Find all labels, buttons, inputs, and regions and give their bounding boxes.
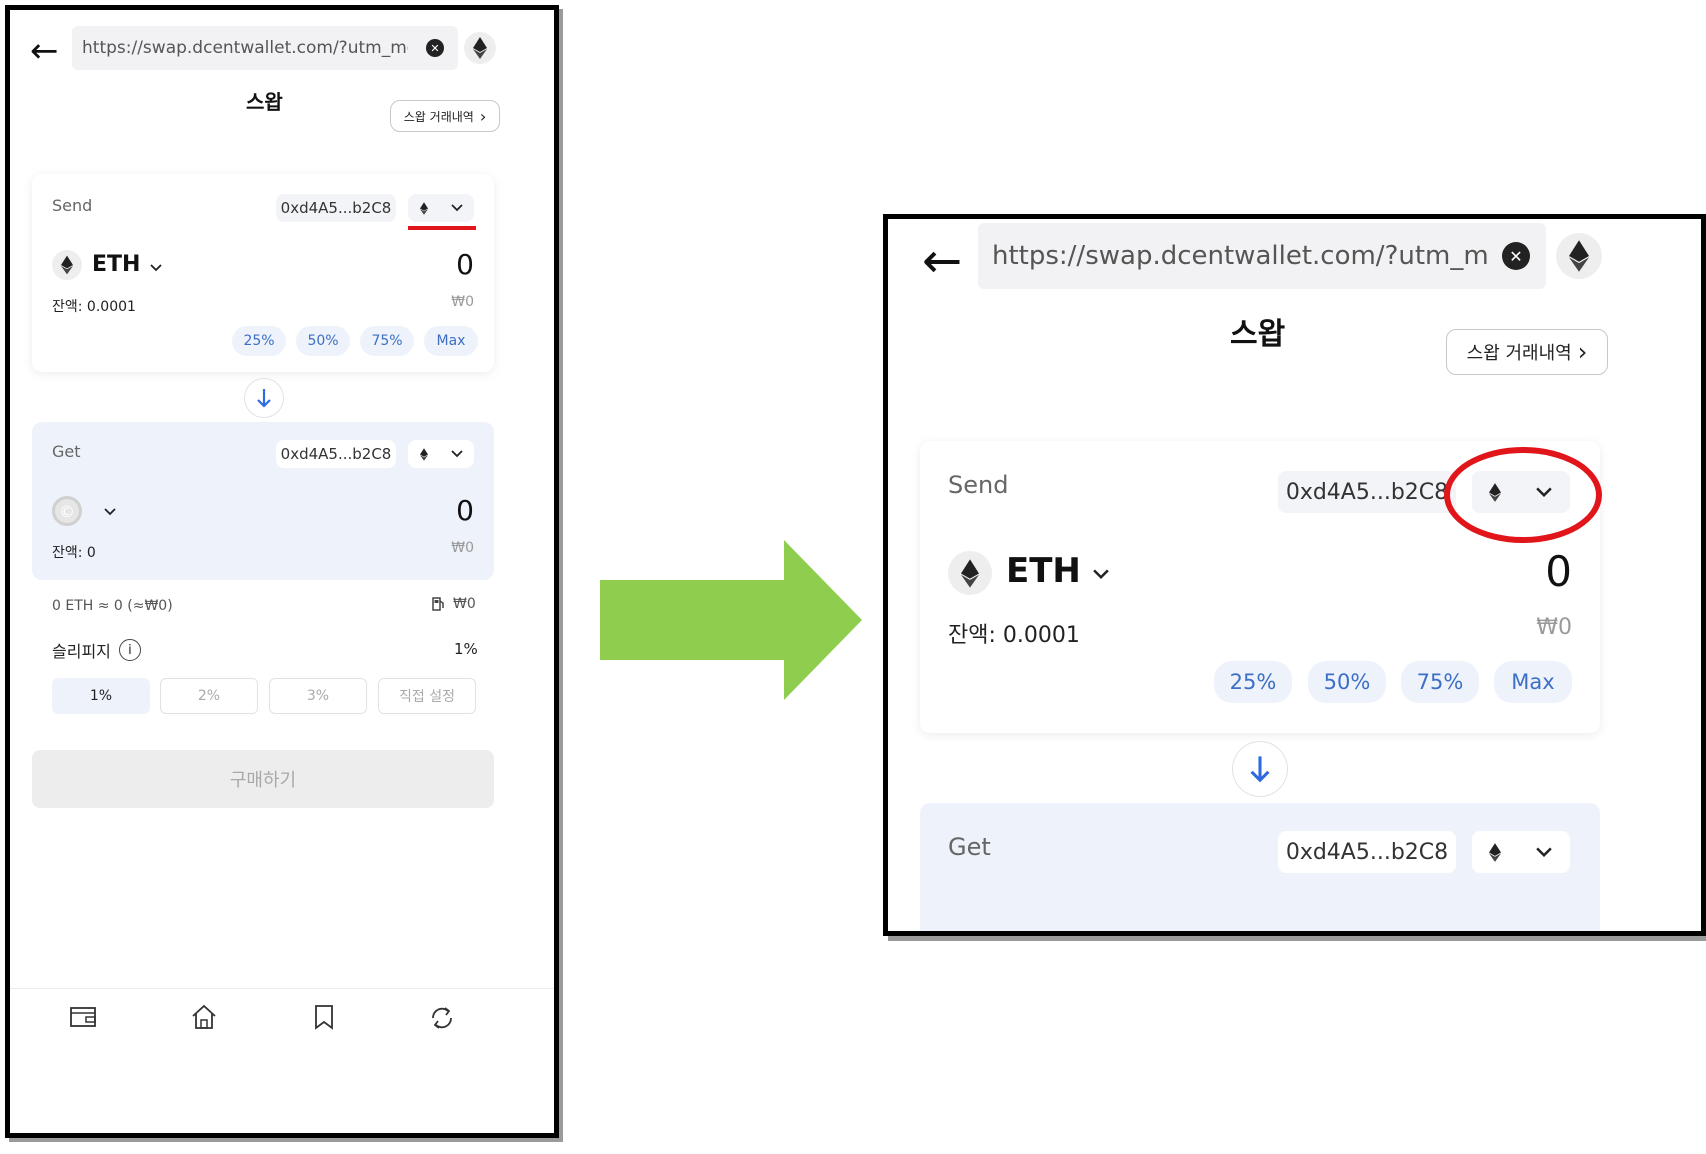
ethereum-icon bbox=[1489, 842, 1501, 862]
slippage-1-button[interactable]: 1% bbox=[52, 678, 150, 714]
max-button[interactable]: Max bbox=[1494, 661, 1572, 703]
highlight-circle bbox=[1444, 447, 1602, 543]
slippage-value: 1% bbox=[454, 640, 478, 658]
send-address[interactable]: 0xd4A5...b2C8 bbox=[1278, 471, 1456, 513]
info-icon[interactable]: i bbox=[118, 639, 141, 661]
transition-arrow-icon bbox=[600, 540, 862, 700]
eth-token-icon bbox=[52, 250, 82, 280]
get-network-selector[interactable] bbox=[1472, 831, 1570, 873]
get-label: Get bbox=[948, 833, 991, 861]
slippage-label: 슬리피지 bbox=[52, 642, 111, 661]
get-amount[interactable]: 0 bbox=[412, 494, 474, 527]
url-bar[interactable]: https://swap.dcentwallet.com/?utm_medium… bbox=[978, 223, 1546, 289]
pct-75-button[interactable]: 75% bbox=[360, 326, 414, 356]
arrow-down-icon bbox=[257, 389, 271, 408]
page-title: 스왑 bbox=[1230, 317, 1286, 352]
get-label: Get bbox=[52, 442, 81, 461]
send-network-selector[interactable] bbox=[408, 194, 474, 222]
chevron-down-icon bbox=[450, 450, 463, 458]
highlight-underline bbox=[408, 226, 476, 230]
send-balance: 잔액: 0.0001 bbox=[948, 623, 1080, 648]
swap-history-button[interactable]: 스왑 거래내역 › bbox=[1446, 329, 1608, 375]
get-card: Get 0xd4A5...b2C8 bbox=[920, 803, 1600, 931]
send-balance: 잔액: 0.0001 bbox=[52, 299, 136, 315]
wallet-icon[interactable] bbox=[70, 1006, 96, 1028]
phone-screenshot: ← https://swap.dcentwallet.com/?utm_medi… bbox=[5, 5, 559, 1138]
send-label: Send bbox=[52, 196, 93, 215]
get-balance: 잔액: 0 bbox=[52, 545, 96, 561]
clear-url-icon[interactable]: ✕ bbox=[1502, 242, 1530, 270]
ethereum-icon bbox=[419, 201, 428, 215]
gas-fee-krw: ₩0 bbox=[453, 596, 476, 612]
slippage-3-button[interactable]: 3% bbox=[269, 678, 367, 714]
send-token-name[interactable]: ETH bbox=[92, 252, 140, 277]
buy-button[interactable]: 구매하기 bbox=[32, 750, 494, 808]
get-krw-value: ₩0 bbox=[451, 540, 474, 556]
chevron-right-icon: › bbox=[479, 106, 487, 126]
home-icon[interactable] bbox=[191, 1004, 217, 1030]
token-chevron-down-icon[interactable] bbox=[1092, 569, 1110, 580]
token-chevron-down-icon[interactable] bbox=[150, 264, 162, 272]
slippage-row: 슬리피지 i bbox=[52, 638, 141, 662]
url-text: https://swap.dcentwallet.com/?utm_medium bbox=[82, 38, 408, 58]
send-amount[interactable]: 0 bbox=[412, 248, 474, 281]
send-address[interactable]: 0xd4A5...b2C8 bbox=[276, 194, 396, 222]
slippage-custom-button[interactable]: 직접 설정 bbox=[378, 678, 476, 714]
gas-fee: ₩0 bbox=[432, 596, 476, 612]
send-krw-value: ₩0 bbox=[1536, 615, 1572, 640]
eth-token-icon bbox=[948, 551, 992, 595]
placeholder-coin-icon: © bbox=[52, 496, 82, 526]
send-amount[interactable]: 0 bbox=[1480, 547, 1572, 596]
pct-75-button[interactable]: 75% bbox=[1401, 661, 1479, 703]
bookmark-icon[interactable] bbox=[314, 1004, 334, 1030]
clear-url-icon[interactable]: ✕ bbox=[426, 39, 444, 57]
back-arrow-icon[interactable]: ← bbox=[30, 34, 59, 68]
max-button[interactable]: Max bbox=[424, 326, 478, 356]
site-ethereum-icon[interactable] bbox=[1556, 233, 1602, 279]
zoomed-view: ← https://swap.dcentwallet.com/?utm_medi… bbox=[883, 214, 1706, 936]
fee-estimate: 0 ETH ≈ 0 (≈₩0) bbox=[52, 598, 173, 614]
get-network-selector[interactable] bbox=[408, 440, 474, 468]
bottom-nav-divider bbox=[10, 988, 554, 989]
send-card: Send 0xd4A5...b2C8 ETH 0 잔액: 0.0001 ₩0 2… bbox=[32, 174, 494, 372]
chevron-right-icon: › bbox=[1577, 338, 1588, 366]
slippage-2-button[interactable]: 2% bbox=[160, 678, 258, 714]
url-bar[interactable]: https://swap.dcentwallet.com/?utm_medium… bbox=[72, 26, 458, 70]
get-address[interactable]: 0xd4A5...b2C8 bbox=[1278, 831, 1456, 873]
get-card: Get 0xd4A5...b2C8 © 0 잔액: 0 ₩0 bbox=[32, 422, 494, 580]
arrow-down-icon bbox=[1250, 756, 1270, 783]
back-arrow-icon[interactable]: ← bbox=[922, 237, 962, 285]
gas-pump-icon bbox=[432, 597, 444, 611]
chevron-down-icon bbox=[450, 204, 463, 212]
pct-50-button[interactable]: 50% bbox=[296, 326, 350, 356]
url-text: https://swap.dcentwallet.com/?utm_medium bbox=[992, 241, 1487, 271]
ethereum-icon bbox=[419, 447, 428, 461]
page-title: 스왑 bbox=[246, 90, 283, 114]
swap-icon[interactable] bbox=[428, 1004, 456, 1032]
get-address[interactable]: 0xd4A5...b2C8 bbox=[276, 440, 396, 468]
pct-50-button[interactable]: 50% bbox=[1308, 661, 1386, 703]
chevron-down-icon bbox=[1536, 846, 1552, 857]
pct-25-button[interactable]: 25% bbox=[232, 326, 286, 356]
swap-direction-button[interactable] bbox=[244, 378, 284, 418]
swap-history-label: 스왑 거래내역 bbox=[1466, 343, 1572, 364]
send-token-name[interactable]: ETH bbox=[1006, 551, 1081, 591]
token-chevron-down-icon[interactable] bbox=[104, 508, 116, 516]
send-label: Send bbox=[948, 471, 1009, 499]
site-ethereum-icon[interactable] bbox=[464, 32, 496, 64]
swap-history-button[interactable]: 스왑 거래내역 › bbox=[390, 100, 500, 132]
swap-direction-button[interactable] bbox=[1232, 741, 1288, 797]
swap-history-label: 스왑 거래내역 bbox=[403, 109, 474, 124]
send-krw-value: ₩0 bbox=[451, 294, 474, 310]
pct-25-button[interactable]: 25% bbox=[1214, 661, 1292, 703]
